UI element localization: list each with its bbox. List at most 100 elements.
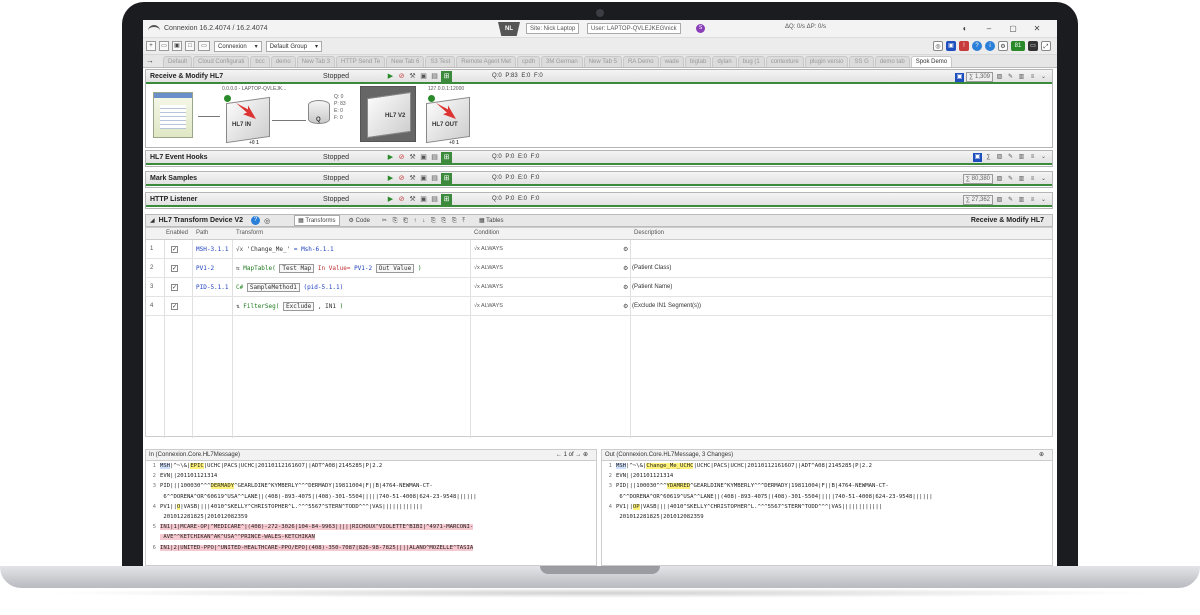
hammer-icon[interactable]: ⚒ [408,174,417,183]
tab-item[interactable]: Remote Agent Met [456,56,516,67]
tab-item[interactable]: demo [270,56,296,67]
message-total[interactable]: ∑ 1,309 [966,72,993,82]
tab-item[interactable]: New Tab 3 [296,56,335,67]
transform-row[interactable]: 2 ✓ PV1-2 ⇆ MapTable( Test Map In Value=… [146,259,1052,278]
chart-icon[interactable]: ▥ [1017,175,1026,184]
tab-item[interactable]: Default [163,56,193,67]
save-icon[interactable]: ▣ [419,153,428,162]
window-icon[interactable]: ▭ [198,41,210,51]
col-transform[interactable]: Transform [236,230,263,236]
stop-icon[interactable]: ⊘ [397,72,406,81]
group-select[interactable]: Default Group [265,40,323,52]
enabled-checkbox[interactable]: ✓ [171,246,178,253]
tab-nav-arrows[interactable]: ← → [143,55,163,67]
row-description[interactable]: (Patient Name) [632,284,672,290]
tab-item[interactable]: bcc [250,56,270,67]
row-path[interactable]: PV1-2 [196,265,214,272]
lines-icon[interactable]: ≡ [1028,73,1037,82]
settings-icon[interactable]: ⚙ [998,41,1008,51]
hl7-in-device[interactable] [226,96,270,144]
globe-icon[interactable]: ◎ [933,41,943,51]
channel-header[interactable]: HTTP Listener Stopped ▶ ⊘ ⚒ ▣ ▤ ⊞ Q:0 P:… [146,193,1052,207]
grid-icon[interactable]: ⊞ [441,71,452,82]
channel-header[interactable]: Mark Samples Stopped ▶ ⊘ ⚒ ▣ ▤ ⊞ Q:0 P:0… [146,172,1052,186]
message-pager[interactable]: ← 1 of → ⊕ [556,450,588,460]
collapse-icon[interactable]: ◢ [150,217,155,224]
row-description[interactable]: (Patient Class) [632,265,671,271]
tab-item[interactable]: S3 Test [425,56,456,67]
device-icon[interactable]: ▣ [973,153,982,162]
tab-item[interactable]: demo tab [874,56,910,67]
play-icon[interactable]: ▶ [386,153,395,162]
sum-icon[interactable]: ∑ [984,153,993,162]
method-select[interactable]: SampleMethod1 [246,283,300,292]
chevron-down-icon[interactable]: ⌄ [1039,175,1048,184]
lock-icon[interactable]: ▤ [430,174,439,183]
save-icon[interactable]: ▣ [419,72,428,81]
col-condition[interactable]: Condition [474,230,499,236]
image-icon[interactable]: ▨ [995,196,1004,205]
hammer-icon[interactable]: ⚒ [408,153,417,162]
tab-item[interactable]: HTTP Send Te [335,56,386,67]
lines-icon[interactable]: ≡ [1028,175,1037,184]
message-total[interactable]: ∑ 80,380 [962,174,993,184]
info-icon[interactable]: i [985,41,995,51]
lock-icon[interactable]: ▤ [430,72,439,81]
out-value-select[interactable]: Out Value [375,264,415,273]
hl7-out-device[interactable] [426,96,470,144]
tab-tables[interactable]: ▦ Tables [476,216,507,225]
row-condition[interactable]: √x ALWAYS [474,303,503,309]
row-transform[interactable]: ⇅ FilterSeg( Exclude , IN1 ) [236,302,343,311]
edit-icon[interactable]: ✎ [1006,196,1015,205]
play-icon[interactable]: ▶ [386,195,395,204]
tab-item[interactable]: Cloud Configurati [193,56,250,67]
col-enabled[interactable]: Enabled [166,230,188,236]
col-description[interactable]: Description [634,230,664,236]
lock-icon[interactable]: ▤ [430,195,439,204]
image-icon[interactable]: ▨ [995,153,1004,162]
row-transform[interactable]: C# SampleMethod1 (pid-5.1.1) [236,283,343,292]
enabled-checkbox[interactable]: ✓ [171,265,178,272]
tab-item[interactable]: SS G [849,56,874,67]
in-device-play-icon[interactable] [224,95,231,102]
edit-icon[interactable]: ✎ [1006,175,1015,184]
image-icon[interactable]: ▨ [995,73,1004,82]
transform-row[interactable]: 3 ✓ PID-5.1.1 C# SampleMethod1 (pid-5.1.… [146,278,1052,297]
chevron-down-icon[interactable]: ⌄ [1039,73,1048,82]
tab-item[interactable]: New Tab 5 [583,56,622,67]
tab-code[interactable]: ⚙ Code [346,216,373,225]
image-icon[interactable]: ▨ [995,175,1004,184]
gear-icon[interactable]: ⚙ [623,246,628,253]
row-condition[interactable]: √x ALWAYS [474,246,503,252]
minimize-icon[interactable]: – [983,23,995,35]
expand-icon[interactable]: ⊕ [1039,450,1044,460]
map-table-select[interactable]: Test Map [279,264,315,273]
notepad-source-icon[interactable] [153,92,193,138]
device-icon[interactable]: ▣ [946,41,956,51]
save-icon[interactable]: ▣ [419,195,428,204]
chart-icon[interactable]: ▥ [1017,196,1026,205]
grid-icon[interactable]: ⊞ [441,152,452,163]
gear-icon[interactable]: ⚙ [623,265,628,272]
tab-item[interactable]: New Tab 6 [386,56,425,67]
tab-item[interactable]: wade [659,56,684,67]
tab-item[interactable]: 3M German [541,56,583,67]
folder-icon[interactable]: ▭ [159,41,169,51]
transform-tools[interactable]: ✂ ⎘ ⎗ ↑ ↓ ⎘ ⎘ ⎘ ⤒ [379,216,470,226]
edit-icon[interactable]: ✎ [1006,153,1015,162]
transform-row[interactable]: 1 ✓ MSH-3.1.1 √x 'Change_Me_' = Msh-6.1.… [146,240,1052,259]
row-path[interactable]: PID-5.1.1 [196,284,229,291]
theme-toggle-icon[interactable]: ◐ [959,23,971,35]
tab-item[interactable]: dylan [712,56,737,67]
chart-icon[interactable]: ▥ [1017,73,1026,82]
tab-item[interactable]: bigtab [684,56,712,67]
tab-transforms[interactable]: ▦ Transforms [294,215,340,226]
lines-icon[interactable]: ≡ [1028,153,1037,162]
stop-icon[interactable]: ⊘ [397,174,406,183]
tab-item[interactable]: RA Demo [622,56,659,67]
layout-icon[interactable]: □ [185,41,195,51]
filter-mode-select[interactable]: Exclude [283,302,315,311]
message-out-body[interactable]: 1 MSH|^~\&|Change_Me_UCHC|UCHC|PACS|UCHC|… [602,461,1052,522]
device-icon[interactable]: ▣ [955,72,965,82]
maximize-icon[interactable]: ▢ [1007,23,1019,35]
